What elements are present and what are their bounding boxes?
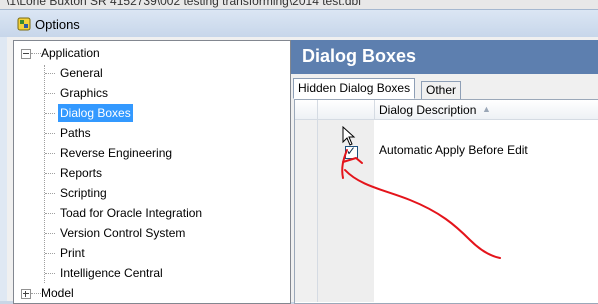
annotation-arrow bbox=[341, 149, 501, 259]
tab-label: Hidden Dialog Boxes bbox=[298, 81, 411, 95]
tab-hidden-dialog-boxes[interactable]: Hidden Dialog Boxes bbox=[293, 78, 416, 99]
